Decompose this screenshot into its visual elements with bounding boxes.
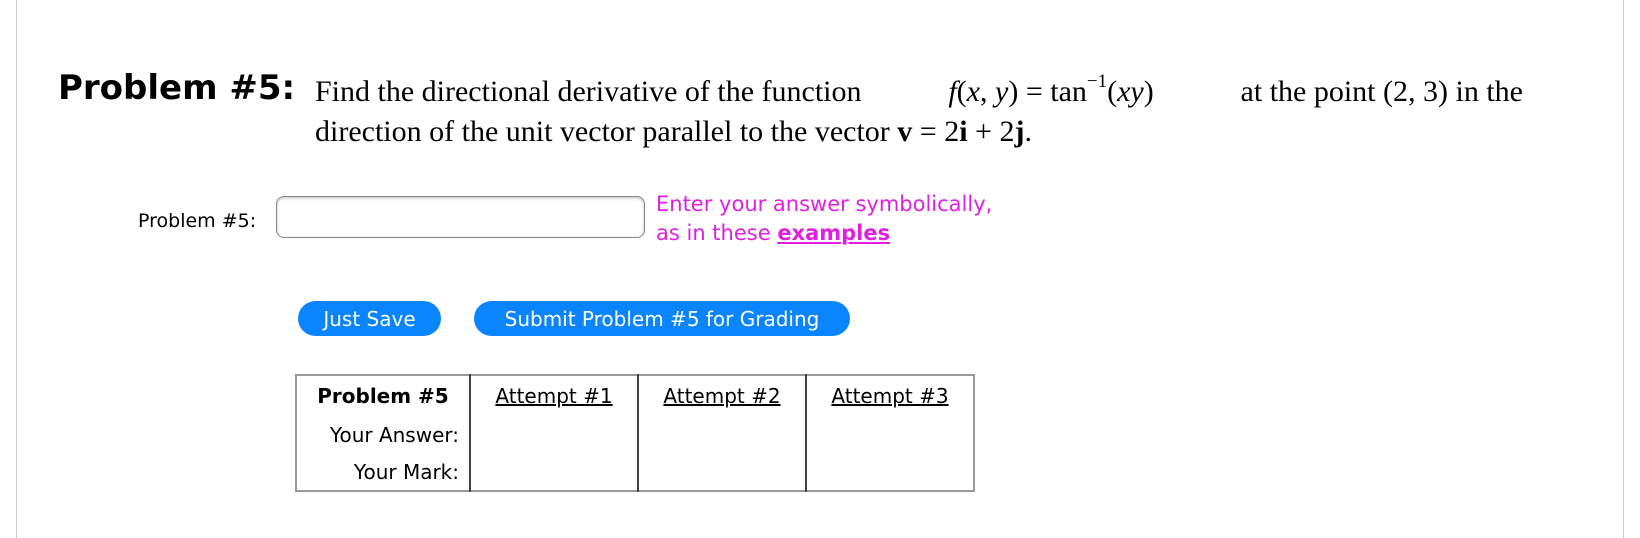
table-header-row: Problem #5 Attempt #1 Attempt #2 Attempt…: [296, 375, 974, 416]
answer-hint: Enter your answer symbolically, as in th…: [656, 190, 992, 248]
attempt-3-link[interactable]: Attempt #3: [807, 384, 973, 408]
statement-line-1: Find the directional derivative of the f…: [315, 72, 1523, 112]
answer-input[interactable]: [276, 196, 645, 238]
table-header-problem: Problem #5: [317, 384, 449, 408]
attempt-1-link[interactable]: Attempt #1: [471, 384, 637, 408]
your-answer-row: Your Answer:: [296, 416, 974, 454]
problem-heading: Problem #5:: [58, 68, 296, 108]
mark-cell-3: [805, 454, 974, 491]
answer-cell-2: [637, 416, 806, 454]
function-expression: f(x, y) = tan−1(xy): [948, 71, 1154, 108]
problem-statement: Find the directional derivative of the f…: [315, 72, 1523, 152]
attempts-table: Problem #5 Attempt #1 Attempt #2 Attempt…: [295, 374, 975, 492]
hint-line-2: as in these examples: [656, 221, 891, 245]
mark-cell-1: [469, 454, 638, 491]
just-save-button[interactable]: Just Save: [298, 301, 441, 336]
answer-label: Problem #5:: [138, 210, 257, 232]
mark-cell-2: [637, 454, 806, 491]
your-mark-row: Your Mark:: [296, 454, 974, 491]
examples-link[interactable]: examples: [777, 221, 890, 245]
statement-text-2: at the point (2, 3) in the: [1240, 75, 1523, 108]
your-answer-label: Your Answer:: [329, 423, 459, 447]
hint-line-1: Enter your answer symbolically,: [656, 192, 993, 216]
submit-for-grading-button[interactable]: Submit Problem #5 for Grading: [474, 301, 850, 336]
attempt-2-link[interactable]: Attempt #2: [639, 384, 805, 408]
statement-line-2: direction of the unit vector parallel to…: [315, 115, 1032, 148]
statement-text-1: Find the directional derivative of the f…: [315, 75, 862, 108]
your-mark-label: Your Mark:: [353, 460, 459, 484]
answer-cell-3: [805, 416, 974, 454]
answer-cell-1: [469, 416, 638, 454]
